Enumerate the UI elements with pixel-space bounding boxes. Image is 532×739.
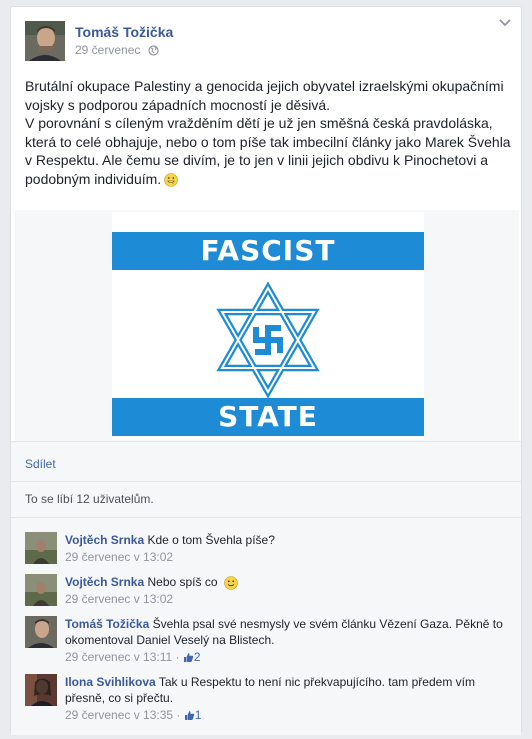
comment-author[interactable]: Vojtěch Srnka [65,575,144,589]
comment-body: Vojtěch Srnka Nebo spíš co 29 červenec v… [65,574,505,607]
flag-top-stripe: FASCIST [112,232,424,270]
comment-like-count[interactable]: 2 [194,650,201,664]
comment-like-count[interactable]: 1 [195,708,202,722]
post-paragraph-1: Brutální okupace Palestiny a genocida je… [25,78,504,113]
comment-author[interactable]: Vojtěch Srnka [65,533,144,547]
comment-author[interactable]: Ilona Svihlikova [65,675,156,689]
comment-time[interactable]: 29 červenec v 13:02 [65,549,505,565]
post-card: Tomáš Tožička 29 červenec Brutální okupa… [10,6,522,735]
comments-section: Vojtěch Srnka Kde o tom Švehla píše? 29 … [11,517,521,735]
comment-text: Nebo spíš co [147,575,218,589]
post-actions-bar: Sdílet [11,441,521,482]
author-name[interactable]: Tomáš Tožička [75,24,173,40]
smile-emoji-icon [224,576,238,590]
comment-author[interactable]: Tomáš Tožička [65,617,149,631]
comment-time[interactable]: 29 červenec v 13:35 [65,708,173,722]
flag-bottom-text: STATE [218,400,318,433]
post-time-label[interactable]: 29 červenec [75,43,140,57]
comment-time[interactable]: 29 červenec v 13:11 [65,650,172,664]
comment-meta: 29 červenec v 13:35 · 1 [65,708,202,722]
comment-meta: 29 červenec v 13:11 · 2 [65,650,201,664]
commenter-avatar[interactable] [25,616,57,648]
post-image-container[interactable]: FASCIST STATE [15,210,519,441]
likes-summary: To se líbí 12 uživatelům. [11,481,521,518]
likes-count-text[interactable]: To se líbí 12 uživatelům. [25,492,154,506]
star-swastika-icon [216,282,320,398]
comment-text: Kde o tom Švehla píše? [147,533,275,547]
commenter-avatar[interactable] [25,574,57,606]
comment-body: Tomáš Tožička Švehla psal své nesmysly v… [65,616,505,665]
comment-body: Ilona Svihlikova Tak u Respektu to není … [65,674,505,723]
thumbs-up-icon[interactable] [184,710,195,721]
flag-bottom-stripe: STATE [112,398,424,436]
post-paragraph-2-text: V porovnání s cíleným vražděním dětí je … [25,115,511,187]
globe-icon[interactable] [148,45,159,56]
thumbs-up-icon[interactable] [183,652,194,663]
commenter-avatar[interactable] [25,674,57,706]
share-link[interactable]: Sdílet [25,457,56,471]
comment-body: Vojtěch Srnka Kde o tom Švehla píše? 29 … [65,532,505,565]
grin-emoji-icon [164,172,178,187]
chevron-down-icon[interactable] [499,19,511,27]
fascist-state-flag-image[interactable]: FASCIST STATE [112,212,424,440]
commenter-avatar[interactable] [25,532,57,564]
flag-top-text: FASCIST [200,234,336,267]
comment-time[interactable]: 29 červenec v 13:02 [65,591,505,607]
author-avatar[interactable] [25,21,65,61]
post-timestamp[interactable]: 29 červenec [75,43,159,57]
post-body: Brutální okupace Palestiny a genocida je… [25,77,515,188]
post-paragraph-2: V porovnání s cíleným vražděním dětí je … [25,114,515,188]
